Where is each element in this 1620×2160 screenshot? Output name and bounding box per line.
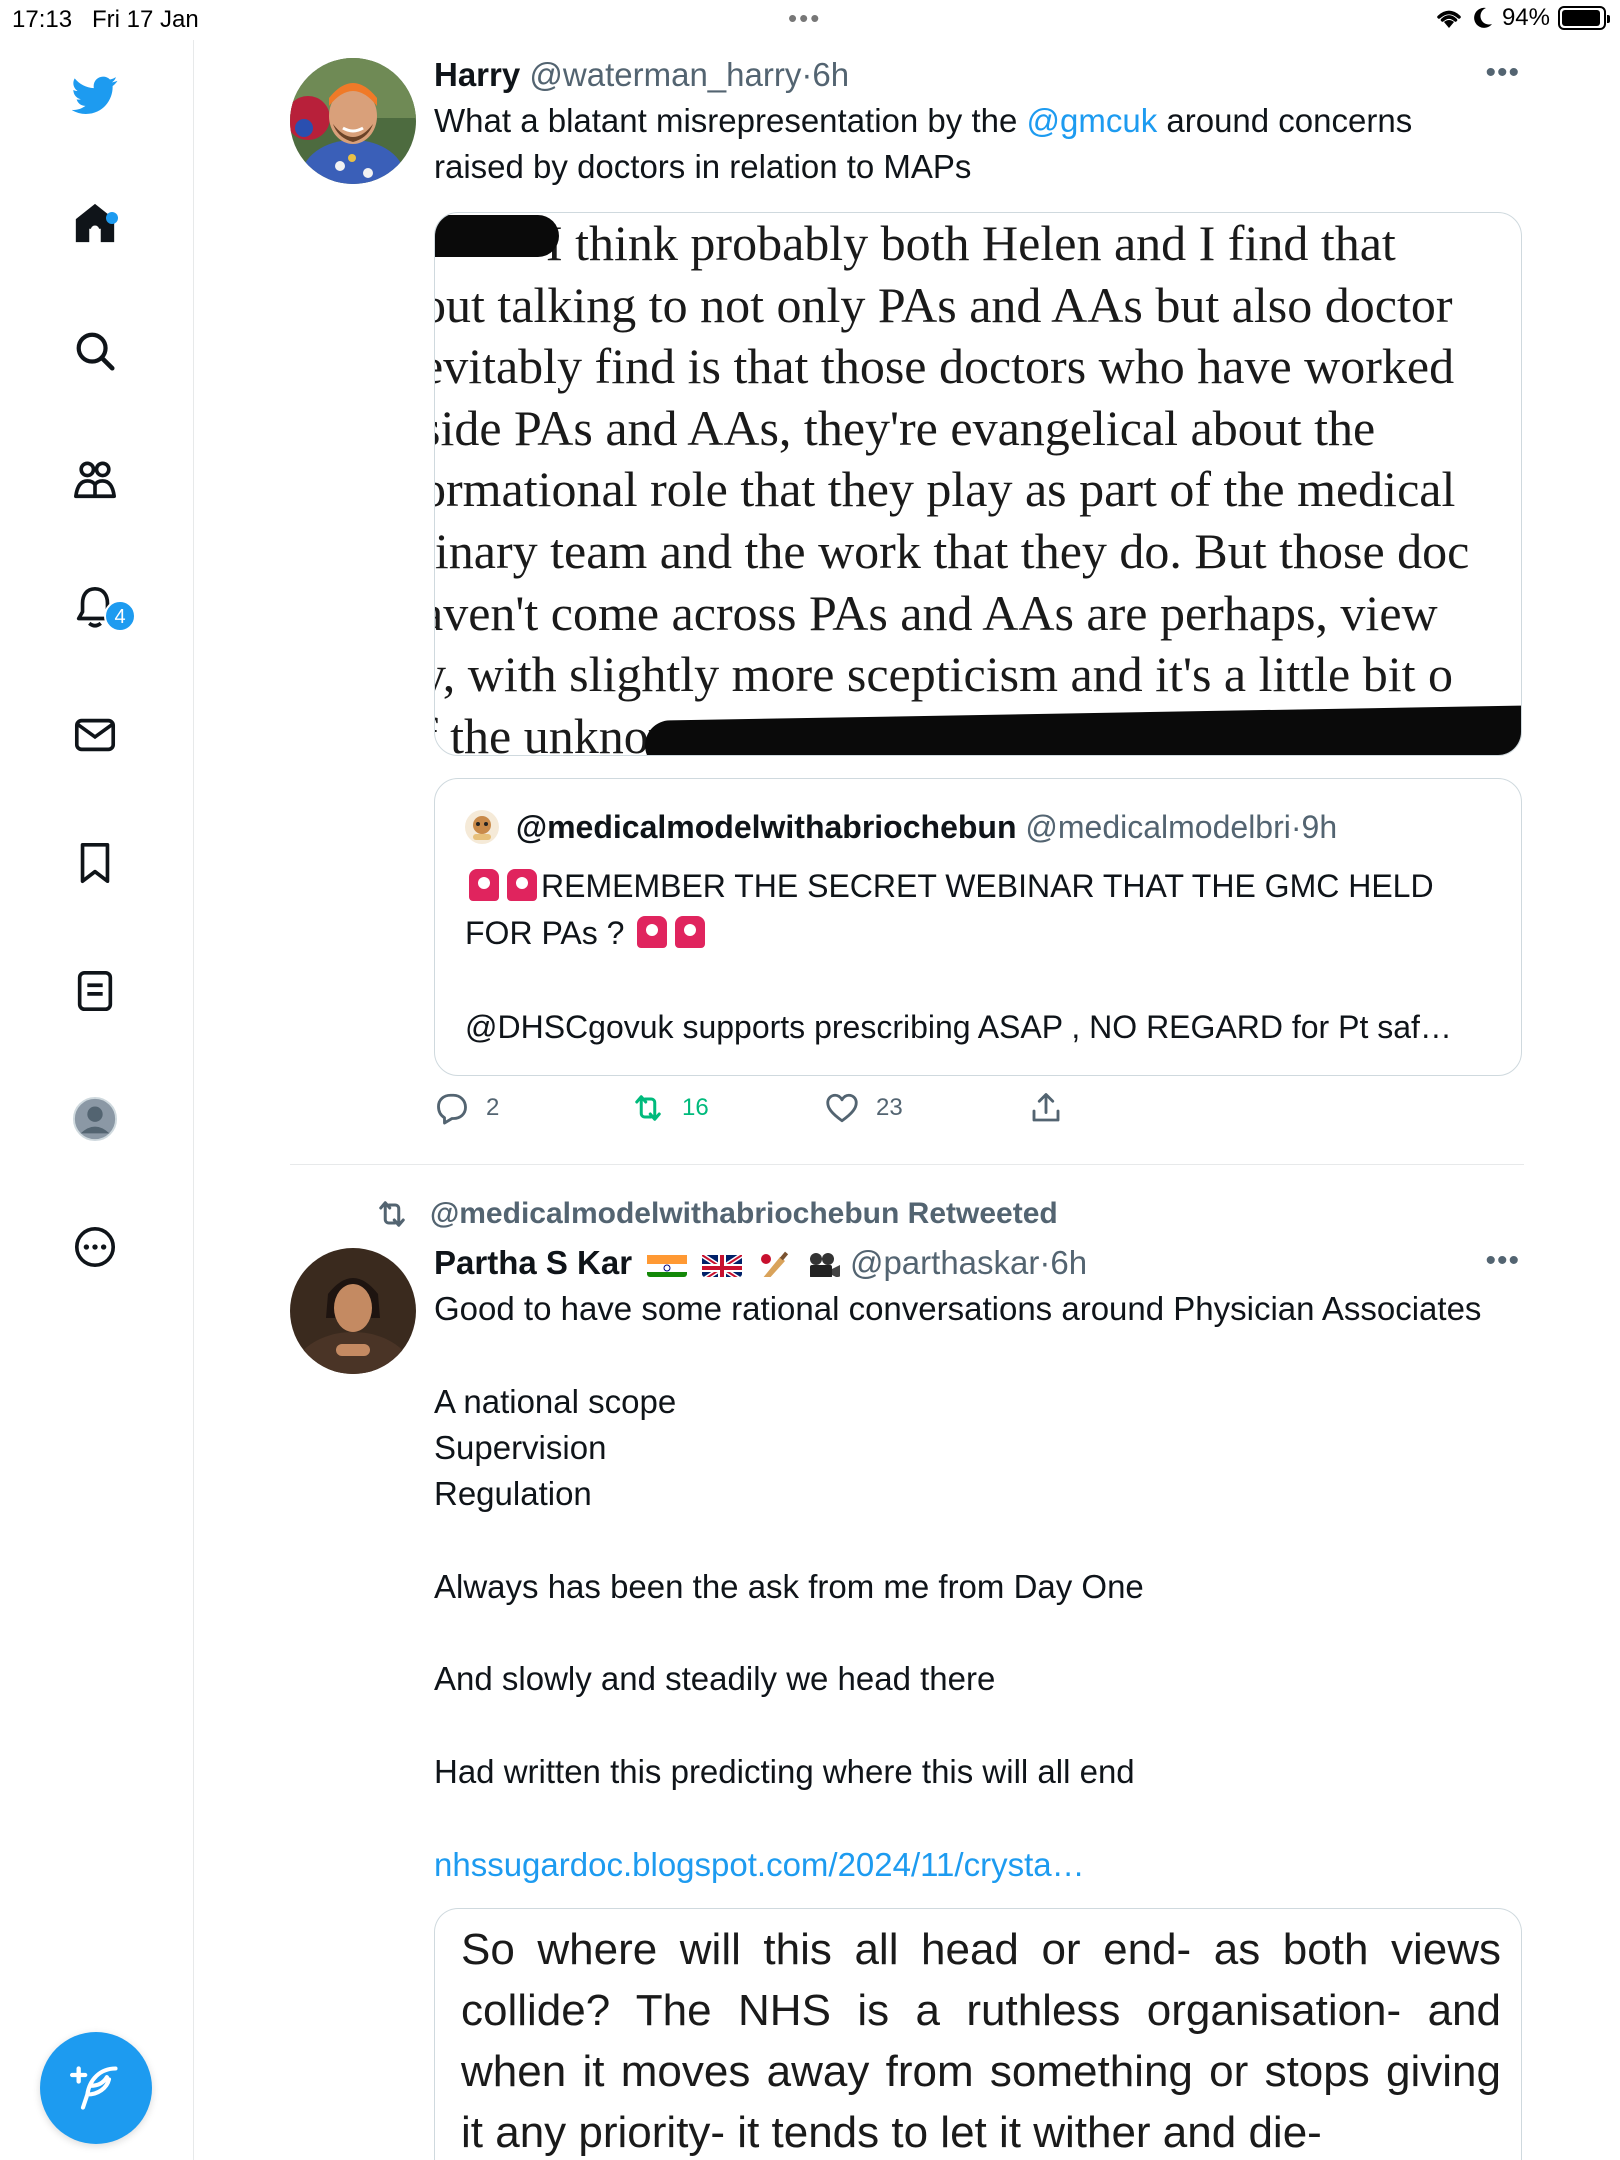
sidebar: 4 xyxy=(0,40,194,2160)
reply-icon xyxy=(437,1093,467,1125)
moon-icon xyxy=(1474,7,1492,28)
quoted-tweet-text: REMEMBER THE SECRET WEBINAR THAT THE GMC… xyxy=(465,863,1495,1051)
image-text-line: out talking to not only PAs and AAs but … xyxy=(434,276,1453,333)
quoted-text-line: @DHSCgovuk supports prescribing ASAP , N… xyxy=(465,1009,1452,1045)
image-text-line: I think probably both Helen and I find t… xyxy=(434,215,1396,271)
display-name[interactable]: Partha S Kar xyxy=(434,1244,632,1281)
quoted-tweet-header: @medicalmodelwithabriochebun @medicalmod… xyxy=(465,809,1337,846)
tweet[interactable]: Partha S Kar @parthaskar·6h ••• Good to … xyxy=(290,1244,1524,2160)
cricket-icon xyxy=(758,1251,792,1277)
tweet-image[interactable]: I think probably both Helen and I find t… xyxy=(434,212,1522,756)
mention-link[interactable]: @gmcuk xyxy=(1027,102,1158,139)
messages-icon[interactable] xyxy=(70,710,120,760)
uk-flag-icon xyxy=(702,1251,743,1277)
retweeted-by-label: @medicalmodelwithabriochebun Retweeted xyxy=(430,1197,1058,1230)
home-unread-dot xyxy=(106,212,118,224)
avatar[interactable] xyxy=(290,58,416,184)
siren-emoji-icon xyxy=(469,869,499,901)
image-text-line: evitably find is that those doctors who … xyxy=(434,338,1455,395)
retweeted-by[interactable]: @medicalmodelwithabriochebun Retweeted xyxy=(374,1196,1058,1232)
siren-emoji-icon xyxy=(675,916,706,948)
separator: · xyxy=(1290,809,1302,845)
image-text-line: ormational role that they play as part o… xyxy=(434,461,1456,518)
image-text-line: linary team and the work that they do. B… xyxy=(434,522,1470,579)
retweet-count: 16 xyxy=(682,1094,709,1121)
link-preview-image[interactable]: So where will this all head or end- as b… xyxy=(434,1908,1522,2160)
more-icon[interactable] xyxy=(70,1222,120,1272)
battery-icon xyxy=(1558,6,1610,30)
notification-count-badge: 4 xyxy=(104,600,136,632)
like-button[interactable]: 23 xyxy=(824,1090,903,1126)
retweet-icon xyxy=(635,1095,661,1121)
status-bar: 17:13 Fri 17 Jan ••• 94% xyxy=(0,0,1620,40)
tweet-text: Good to have some rational conversations… xyxy=(434,1290,1482,1790)
wifi-icon xyxy=(1437,10,1461,28)
status-right: 94% xyxy=(1434,4,1610,32)
tweet-actions: 2 16 23 xyxy=(434,1090,1074,1140)
image-text-line: aven't come across PAs and AAs are perha… xyxy=(434,584,1438,641)
quoted-timestamp[interactable]: 9h xyxy=(1302,809,1338,845)
compose-icon xyxy=(70,2066,118,2110)
quoted-handle[interactable]: @medicalmodelbri xyxy=(1025,809,1290,845)
status-date: Fri 17 Jan xyxy=(92,6,199,33)
twitter-logo-icon[interactable] xyxy=(70,70,120,120)
profile-icon[interactable] xyxy=(70,1094,120,1144)
reply-count: 2 xyxy=(486,1094,500,1121)
reply-button[interactable]: 2 xyxy=(434,1090,499,1126)
image-text: I think probably both Helen and I find t… xyxy=(434,213,1470,755)
tweet-header: Harry @waterman_harry·6h xyxy=(434,56,849,94)
tweet-text: What a blatant misrepresentation by the … xyxy=(434,98,1494,190)
like-count: 23 xyxy=(876,1094,903,1121)
bookmarks-icon[interactable] xyxy=(70,838,120,888)
battery-percent: 94% xyxy=(1501,4,1550,31)
avatar[interactable] xyxy=(465,810,499,844)
quoted-display-name[interactable]: @medicalmodelwithabriochebun xyxy=(516,809,1017,845)
share-button[interactable] xyxy=(1028,1090,1064,1126)
separator: · xyxy=(1039,1244,1051,1281)
search-icon[interactable] xyxy=(70,326,120,376)
multitasking-dots-icon[interactable]: ••• xyxy=(788,3,821,34)
handle[interactable]: @waterman_harry xyxy=(529,56,801,93)
siren-emoji-icon xyxy=(637,916,668,948)
tweet-text-part: What a blatant misrepresentation by the xyxy=(434,102,1027,139)
display-name[interactable]: Harry xyxy=(434,56,520,93)
separator: · xyxy=(801,56,813,93)
timestamp[interactable]: 6h xyxy=(1050,1244,1087,1281)
siren-emoji-icon xyxy=(507,869,537,901)
quoted-tweet[interactable]: @medicalmodelwithabriochebun @medicalmod… xyxy=(434,778,1522,1076)
retweet-icon xyxy=(379,1201,405,1227)
handle[interactable]: @parthaskar xyxy=(850,1244,1039,1281)
avatar[interactable] xyxy=(290,1248,416,1374)
redaction-mark xyxy=(435,215,559,257)
share-icon xyxy=(1032,1093,1060,1122)
communities-icon[interactable] xyxy=(70,454,120,504)
link-preview-text: So where will this all head or end- as b… xyxy=(461,1925,1501,2157)
image-text-line: side PAs and AAs, they're evangelical ab… xyxy=(434,399,1376,456)
quoted-text-line: REMEMBER THE SECRET WEBINAR THAT THE GMC… xyxy=(541,868,1434,904)
tweet-header: Partha S Kar @parthaskar·6h xyxy=(434,1244,1087,1282)
lists-icon[interactable] xyxy=(70,966,120,1016)
image-text-line: y, with slightly more scepticism and it'… xyxy=(434,646,1454,703)
retweet-button[interactable]: 16 xyxy=(630,1090,709,1126)
quoted-text-line: FOR PAs ? xyxy=(465,915,625,951)
more-options-icon[interactable]: ••• xyxy=(1485,1244,1520,1278)
external-link[interactable]: nhssugardoc.blogspot.com/2024/11/crysta… xyxy=(434,1842,1524,1888)
status-time: 17:13 xyxy=(12,6,73,33)
heart-icon xyxy=(826,1093,858,1123)
movie-camera-icon xyxy=(807,1251,841,1277)
tweet[interactable]: Harry @waterman_harry·6h ••• What a blat… xyxy=(290,56,1524,1146)
tweet-divider xyxy=(290,1164,1524,1165)
india-flag-icon xyxy=(647,1251,688,1277)
timestamp[interactable]: 6h xyxy=(812,56,849,93)
more-options-icon[interactable]: ••• xyxy=(1485,56,1520,90)
compose-button[interactable] xyxy=(40,2032,152,2144)
